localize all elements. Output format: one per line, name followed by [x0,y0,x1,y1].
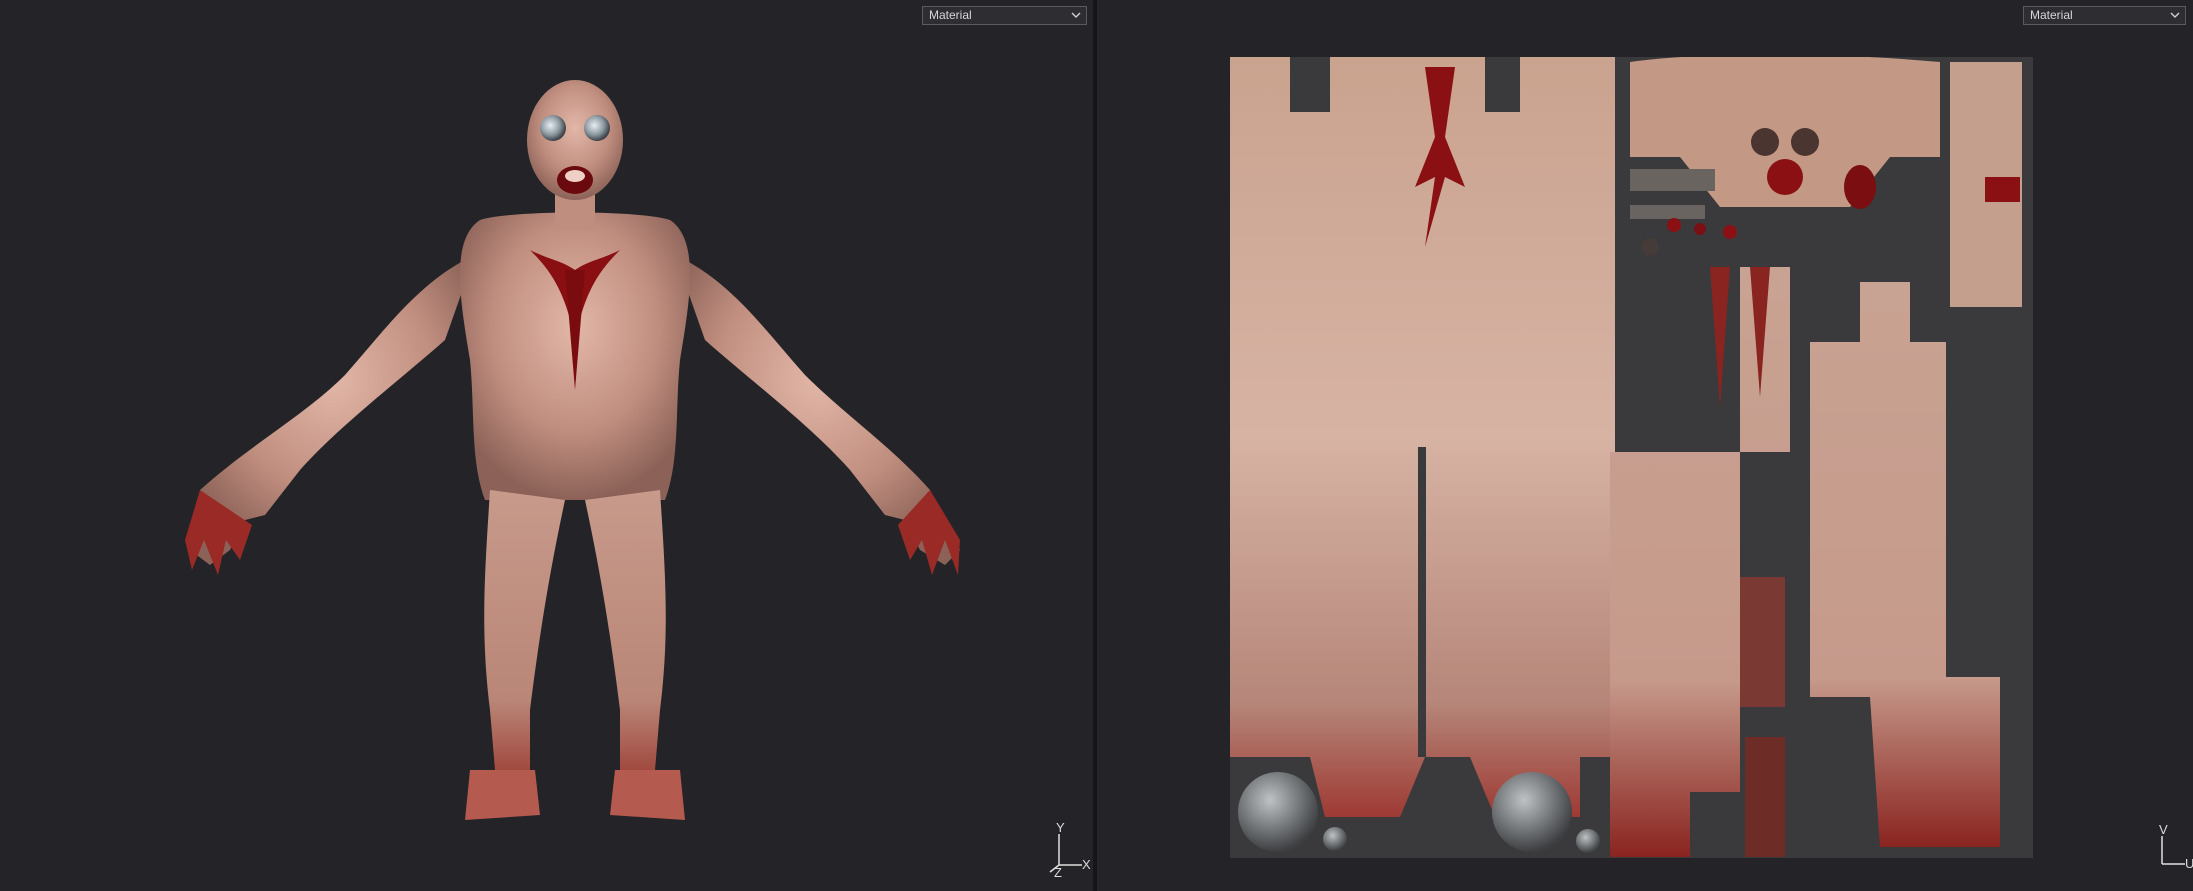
axis-z-label: Z [1054,865,1062,880]
axis-v-label: V [2159,822,2168,837]
left-eye [540,115,566,141]
uv-texture-sheet[interactable] [1230,57,2033,858]
axis-gizmo-icon [2161,836,2185,865]
shading-mode-value: Material [929,8,972,22]
axis-gizmo-2d: V U [2147,822,2193,882]
viewport-2d-uv[interactable]: Material V U [1097,0,2193,891]
chevron-down-icon [1071,12,1081,18]
shading-mode-select-2d[interactable]: Material [2023,6,2186,25]
material-preview-sphere-1 [1238,772,1318,852]
shading-mode-select-3d[interactable]: Material [922,6,1087,25]
shading-mode-value: Material [2030,8,2073,22]
axis-gizmo-3d: Y X Z [1044,820,1093,880]
uv-island-foot-sole-1 [1740,577,1785,707]
axis-u-label: U [2185,856,2193,871]
left-leg [484,490,565,770]
material-preview-sphere-2 [1492,772,1572,852]
right-leg [585,490,666,770]
axis-x-label: X [1082,857,1091,872]
chevron-down-icon [2170,12,2180,18]
right-eye [584,115,610,141]
right-foot [610,770,685,820]
axis-y-label: Y [1056,820,1065,835]
texture-painter-app: Material Y X Z Material V U [0,0,2193,891]
creature-3d-model[interactable] [170,70,980,840]
uv-island-foot-sole-2 [1745,737,1785,857]
left-foot [465,770,540,820]
viewport-3d[interactable]: Material Y X Z [0,0,1093,891]
